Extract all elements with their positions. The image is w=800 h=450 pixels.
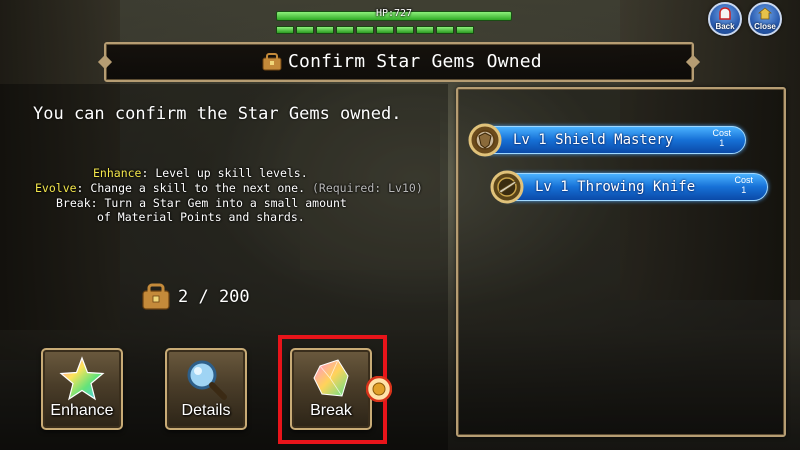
hp-segment — [436, 26, 454, 34]
gem-name: Lv 1 Shield Mastery — [513, 132, 674, 148]
details-button[interactable]: Details — [165, 348, 247, 430]
enhance-button[interactable]: Enhance — [41, 348, 123, 430]
magnifier-icon — [187, 360, 227, 400]
gem-name: Lv 1 Throwing Knife — [535, 179, 696, 195]
help-break-2: of Material Points and shards. — [97, 210, 305, 224]
back-button[interactable]: Back — [708, 2, 742, 36]
knife-ring-icon — [490, 170, 524, 204]
shield-ring-icon — [468, 123, 502, 157]
help-enhance-key: Enhance — [93, 166, 142, 180]
hp-segment — [376, 26, 394, 34]
close-icon — [757, 7, 773, 24]
hp-segment — [316, 26, 334, 34]
hp-segments — [276, 26, 474, 34]
description: You can confirm the Star Gems owned. — [33, 104, 402, 124]
hp-label: HP:727 — [375, 8, 413, 19]
hp-segment — [276, 26, 294, 34]
help-evolve: Evolve: Change a skill to the next one. … — [35, 181, 423, 195]
gem-cost-label: Cost — [734, 175, 753, 185]
gem-cost: Cost 1 — [734, 175, 753, 195]
treasure-bag-icon — [262, 53, 282, 71]
page-title: Confirm Star Gems Owned — [288, 51, 542, 72]
hp-segment — [396, 26, 414, 34]
help-break-1: Break: Turn a Star Gem into a small amou… — [56, 196, 347, 210]
hp-segment — [456, 26, 474, 34]
hp-segment — [356, 26, 374, 34]
hp-segment — [336, 26, 354, 34]
back-icon — [718, 7, 732, 24]
gem-item-shield-mastery[interactable]: Lv 1 Shield Mastery Cost 1 — [468, 123, 746, 157]
title-banner: Confirm Star Gems Owned — [104, 42, 694, 82]
close-button[interactable]: Close — [748, 2, 782, 36]
details-label: Details — [181, 402, 231, 419]
medal-icon — [366, 376, 392, 402]
enhance-label: Enhance — [50, 402, 114, 419]
treasure-bag-icon — [142, 283, 170, 310]
star-gem-icon — [59, 356, 105, 401]
gem-item-throwing-knife[interactable]: Lv 1 Throwing Knife Cost 1 — [490, 170, 768, 204]
gem-cost-value: 1 — [741, 185, 747, 195]
gem-count-text: 2 / 200 — [178, 287, 250, 307]
help-enhance-text: : Level up skill levels. — [141, 166, 308, 180]
help-evolve-text: : Change a skill to the next one. — [76, 181, 306, 195]
hp-segment — [296, 26, 314, 34]
gem-cost-value: 1 — [719, 138, 725, 148]
help-evolve-key: Evolve — [35, 181, 77, 195]
help-evolve-requirement: (Required: Lv10) — [311, 181, 423, 195]
gem-cost: Cost 1 — [712, 128, 731, 148]
help-enhance: Enhance: Level up skill levels. — [93, 166, 308, 180]
hp-segment — [416, 26, 434, 34]
hp-bar: HP:727 — [276, 8, 512, 22]
gem-cost-label: Cost — [712, 128, 731, 138]
